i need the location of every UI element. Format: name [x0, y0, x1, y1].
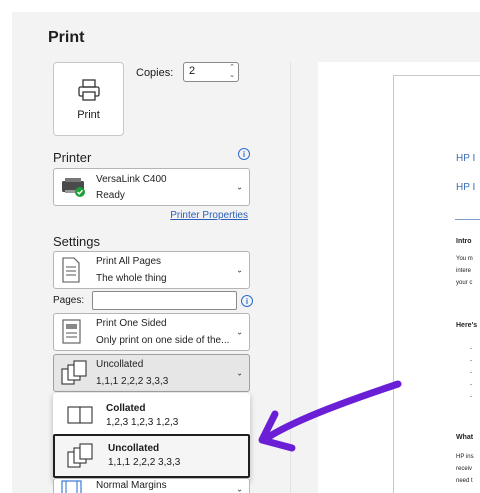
preview-heading-1: HP I [456, 153, 476, 164]
one-sided-icon [62, 319, 81, 344]
uncollated-icon [67, 443, 93, 468]
copies-spin-arrows[interactable]: ⌃ ⌄ [229, 64, 235, 80]
preview-body-2: intere [456, 268, 472, 274]
collation-line1: Uncollated [96, 359, 144, 370]
print-range-line2: The whole thing [96, 273, 167, 284]
preview-body-3: your c [456, 280, 473, 286]
preview-bullet: - [470, 394, 472, 400]
chevron-down-icon: ⌄ [236, 265, 243, 275]
collation-select[interactable]: Uncollated 1,1,1 2,2,2 3,3,3 ⌄ [53, 354, 250, 392]
preview-body-6: need t [456, 478, 473, 484]
chevron-down-icon: ⌄ [236, 327, 243, 337]
chevron-down-icon: ⌄ [236, 182, 243, 192]
preview-page-left-border [393, 75, 394, 493]
collated-label: Collated [106, 403, 146, 414]
preview-rule [455, 219, 480, 220]
preview-bullet: - [470, 382, 472, 388]
copies-stepper[interactable]: 2 ⌃ ⌄ [183, 62, 239, 82]
chevron-down-icon: ⌄ [236, 368, 243, 378]
preview-bullet: - [470, 358, 472, 364]
print-button-label: Print [77, 109, 100, 121]
preview-heres: Here's [456, 322, 478, 329]
collation-menu: Collated 1,2,3 1,2,3 1,2,3 Uncollated 1,… [53, 393, 250, 481]
print-preview [318, 62, 480, 493]
collated-icon [67, 406, 93, 424]
preview-body-4: HP ins [456, 454, 474, 460]
pages-info-icon[interactable]: i [241, 295, 253, 307]
menu-item-collated[interactable]: Collated 1,2,3 1,2,3 1,2,3 [53, 395, 250, 437]
print-range-line1: Print All Pages [96, 256, 162, 267]
preview-page-top-border [393, 75, 480, 76]
printer-device-icon [62, 178, 85, 197]
window-top-edge [0, 0, 480, 12]
uncollated-label: Uncollated [108, 443, 160, 454]
printer-properties-link[interactable]: Printer Properties [170, 210, 248, 221]
margins-select[interactable]: Normal Margins ⌄ [53, 478, 250, 493]
preview-intro: Intro [456, 238, 472, 245]
copies-label: Copies: [136, 67, 174, 79]
preview-body-5: receiv [456, 466, 473, 472]
preview-body-1: You m [456, 256, 473, 262]
printer-status: Ready [96, 190, 125, 201]
printer-header: Printer [53, 150, 92, 165]
sides-line1: Print One Sided [96, 318, 167, 329]
preview-heading-2: HP I [456, 182, 476, 193]
sides-select[interactable]: Print One Sided Only print on one side o… [53, 313, 250, 351]
printer-info-icon[interactable]: i [238, 148, 250, 160]
uncollated-order: 1,1,1 2,2,2 3,3,3 [108, 457, 181, 468]
print-range-select[interactable]: Print All Pages The whole thing ⌄ [53, 251, 250, 289]
printer-icon [77, 79, 100, 101]
preview-bullet: - [470, 370, 472, 376]
print-button[interactable]: Print [53, 62, 124, 136]
sides-line2: Only print on one side of the... [96, 335, 230, 346]
copies-value: 2 [189, 65, 196, 77]
pane-divider [290, 62, 291, 493]
pages-icon [62, 257, 80, 283]
page-title: Print [48, 29, 85, 46]
preview-what: What [456, 434, 474, 441]
printer-select[interactable]: VersaLink C400 Ready ⌄ [53, 168, 250, 206]
margins-line1: Normal Margins [96, 480, 167, 491]
collated-order: 1,2,3 1,2,3 1,2,3 [106, 417, 179, 428]
window-left-edge [0, 0, 12, 493]
uncollated-icon [61, 360, 87, 385]
collation-line2: 1,1,1 2,2,2 3,3,3 [96, 376, 169, 387]
printer-name: VersaLink C400 [96, 174, 167, 185]
margins-icon [61, 480, 82, 493]
menu-item-uncollated[interactable]: Uncollated 1,1,1 2,2,2 3,3,3 [53, 434, 250, 478]
pages-input[interactable] [92, 291, 237, 310]
preview-bullet: - [470, 346, 472, 352]
chevron-down-icon: ⌄ [236, 484, 243, 493]
settings-header: Settings [53, 234, 100, 249]
pages-label: Pages: [53, 295, 85, 306]
